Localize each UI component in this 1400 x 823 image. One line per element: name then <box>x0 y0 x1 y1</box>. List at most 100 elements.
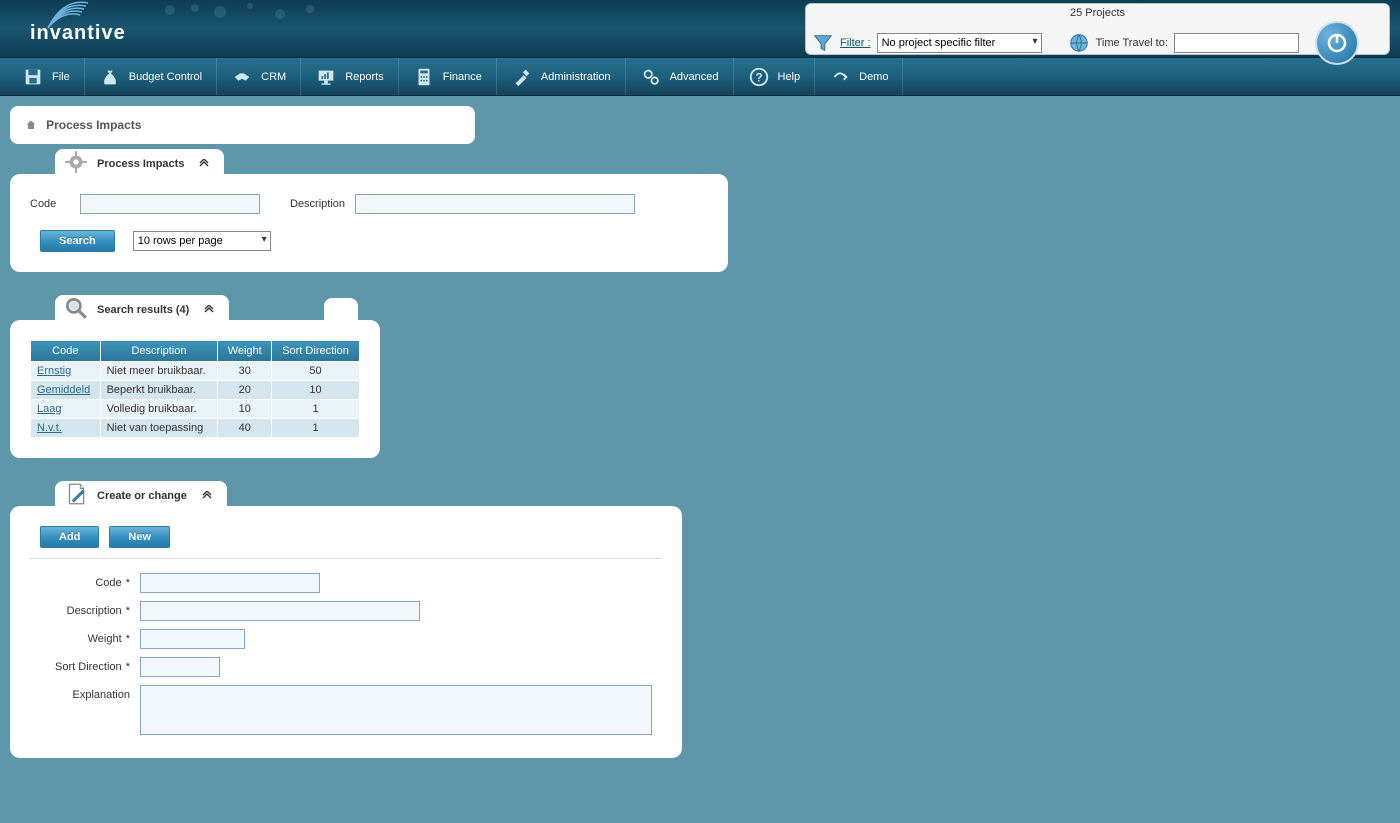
cell-sort: 10 <box>272 381 360 400</box>
add-button[interactable]: Add <box>40 526 99 548</box>
weight-field[interactable] <box>140 629 245 649</box>
svg-text:?: ? <box>755 70 762 84</box>
description-label: Description <box>290 198 345 210</box>
globe-icon <box>1068 32 1090 54</box>
table-row: Laag Volledig bruikbaar. 10 1 <box>31 400 360 419</box>
chevron-up-icon <box>198 159 210 169</box>
top-controls-panel: 25 Projects Filter : No project specific… <box>805 3 1390 55</box>
brand-text: invantive <box>30 22 126 44</box>
menu-help[interactable]: ? Help <box>734 58 816 95</box>
decorative-dots <box>150 0 350 30</box>
tools-icon <box>511 66 533 88</box>
sort-field[interactable] <box>140 657 220 677</box>
chevron-up-icon <box>203 305 215 315</box>
table-row: Gemiddeld Beperkt bruikbaar. 20 10 <box>31 381 360 400</box>
collapse-toggle[interactable] <box>198 159 210 169</box>
results-panel-tab: Search results (4) <box>55 295 229 323</box>
panel-title: Search results (4) <box>97 304 189 316</box>
filter-label[interactable]: Filter : <box>840 37 871 49</box>
new-button[interactable]: New <box>109 526 170 548</box>
handshake-icon <box>231 66 253 88</box>
menu-finance[interactable]: Finance <box>399 58 497 95</box>
description-field[interactable] <box>140 601 420 621</box>
cell-code[interactable]: Ernstig <box>31 362 101 381</box>
timetravel-input[interactable] <box>1174 33 1299 53</box>
home-icon[interactable] <box>25 119 37 131</box>
chevron-up-icon <box>201 491 213 501</box>
menu-label: Finance <box>443 71 482 83</box>
power-button[interactable] <box>1315 21 1359 65</box>
cell-sort: 1 <box>272 400 360 419</box>
table-row: N.v.t. Niet van toepassing 40 1 <box>31 419 360 438</box>
edit-panel-tab: Create or change <box>55 481 227 509</box>
menu-label: Demo <box>859 71 888 83</box>
menu-administration[interactable]: Administration <box>497 58 626 95</box>
breadcrumb-title: Process Impacts <box>46 118 141 132</box>
search-button[interactable]: Search <box>40 230 115 252</box>
money-bag-icon <box>99 66 121 88</box>
field-label-description: Description * <box>30 605 130 617</box>
power-icon <box>1325 31 1349 55</box>
cell-sort: 50 <box>272 362 360 381</box>
panel-title: Create or change <box>97 490 187 502</box>
content-area: Process Impacts Process Impacts Code Des… <box>0 96 1400 816</box>
field-label-code: Code * <box>30 577 130 589</box>
col-sort[interactable]: Sort Direction <box>272 341 360 362</box>
menu-label: Help <box>778 71 801 83</box>
results-table: Code Description Weight Sort Direction E… <box>30 340 360 438</box>
cell-code[interactable]: N.v.t. <box>31 419 101 438</box>
breadcrumb: Process Impacts <box>10 106 475 144</box>
menu-label: Advanced <box>670 71 719 83</box>
menu-crm[interactable]: CRM <box>217 58 301 95</box>
col-description[interactable]: Description <box>100 341 218 362</box>
cell-description: Niet van toepassing <box>100 419 218 438</box>
menu-reports[interactable]: Reports <box>301 58 399 95</box>
projects-count: 25 Projects <box>812 7 1383 21</box>
cell-weight: 30 <box>218 362 272 381</box>
description-input[interactable] <box>355 194 635 214</box>
cell-description: Beperkt bruikbaar. <box>100 381 218 400</box>
menu-label: Budget Control <box>129 71 202 83</box>
results-side-tab[interactable] <box>324 298 358 320</box>
code-label: Code <box>30 198 70 210</box>
gears-icon <box>640 66 662 88</box>
menu-label: Reports <box>345 71 384 83</box>
collapse-toggle[interactable] <box>203 305 215 315</box>
edit-panel: Create or change Add New Code * Descript… <box>10 506 682 758</box>
field-label-weight: Weight * <box>30 633 130 645</box>
rows-per-page-select[interactable]: 10 rows per page <box>133 231 271 251</box>
field-label-sort: Sort Direction * <box>30 661 130 673</box>
panel-title: Process Impacts <box>97 158 184 170</box>
cell-sort: 1 <box>272 419 360 438</box>
cell-weight: 10 <box>218 400 272 419</box>
document-edit-icon <box>63 481 89 507</box>
results-panel: Search results (4) Code Description Weig… <box>10 320 380 458</box>
table-header-row: Code Description Weight Sort Direction <box>31 341 360 362</box>
menu-label: File <box>52 71 70 83</box>
chart-screen-icon <box>315 66 337 88</box>
field-label-explanation: Explanation <box>30 685 130 701</box>
cell-description: Niet meer bruikbaar. <box>100 362 218 381</box>
app-header: invantive 25 Projects Filter : No projec… <box>0 0 1400 58</box>
menu-label: Administration <box>541 71 611 83</box>
collapse-toggle[interactable] <box>201 491 213 501</box>
save-icon <box>22 66 44 88</box>
code-field[interactable] <box>140 573 320 593</box>
cell-description: Volledig bruikbaar. <box>100 400 218 419</box>
cell-code[interactable]: Gemiddeld <box>31 381 101 400</box>
menu-budget[interactable]: Budget Control <box>85 58 217 95</box>
explanation-field[interactable] <box>140 685 652 735</box>
cell-weight: 40 <box>218 419 272 438</box>
cell-code[interactable]: Laag <box>31 400 101 419</box>
brand-logo: invantive <box>30 22 126 45</box>
funnel-icon <box>812 32 834 54</box>
timetravel-label: Time Travel to: <box>1096 37 1168 49</box>
col-weight[interactable]: Weight <box>218 341 272 362</box>
menu-file[interactable]: File <box>8 58 85 95</box>
col-code[interactable]: Code <box>31 341 101 362</box>
magnifier-icon <box>63 295 89 321</box>
filter-select[interactable]: No project specific filter <box>877 33 1042 53</box>
gear-icon <box>63 149 89 175</box>
code-input[interactable] <box>80 194 260 214</box>
menu-advanced[interactable]: Advanced <box>626 58 734 95</box>
